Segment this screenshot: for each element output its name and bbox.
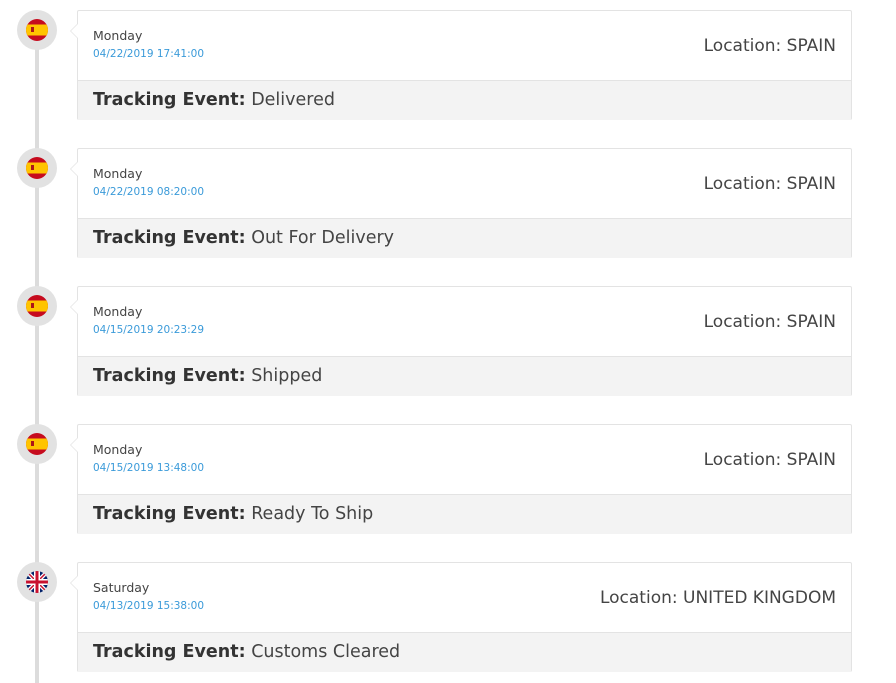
location-value: SPAIN (786, 312, 836, 332)
flag-badge (17, 562, 57, 602)
event-card-header: Monday 04/15/2019 20:23:29 Location: SPA… (78, 287, 851, 357)
event-location: Location: SPAIN (704, 450, 836, 470)
event-timestamp: 04/22/2019 17:41:00 (93, 48, 205, 60)
event-day: Saturday (93, 580, 150, 595)
location-prefix: Location: (599, 588, 684, 608)
flag-badge (17, 10, 57, 50)
location-prefix: Location: (703, 312, 787, 332)
timeline-event: Monday 04/15/2019 20:23:29 Location: SPA… (0, 276, 896, 396)
event-location: Location: SPAIN (704, 174, 836, 194)
event-card-body: Tracking Event: Delivered (78, 81, 851, 120)
event-day: Monday (93, 28, 143, 43)
event-card-header: Monday 04/22/2019 08:20:00 Location: SPA… (78, 149, 851, 219)
flag-badge (17, 424, 57, 464)
event-card-header: Monday 04/22/2019 17:41:00 Location: SPA… (78, 11, 851, 81)
location-prefix: Location: (703, 174, 787, 194)
event-location: Location: SPAIN (704, 36, 836, 56)
event-timestamp: 04/15/2019 13:48:00 (93, 462, 205, 474)
event-timestamp: 04/15/2019 20:23:29 (93, 324, 205, 336)
event-card: Monday 04/15/2019 13:48:00 Location: SPA… (70, 424, 852, 534)
location-prefix: Location: (703, 36, 787, 56)
event-card: Monday 04/22/2019 08:20:00 Location: SPA… (70, 148, 852, 258)
flag-badge (17, 286, 57, 326)
flag-badge (17, 148, 57, 188)
timeline-event: Saturday 04/13/2019 15:38:00 Location: U… (0, 552, 896, 672)
location-prefix: Location: (703, 450, 787, 470)
tracking-event-status: Ready To Ship (251, 504, 374, 524)
spain-flag-icon (26, 157, 48, 179)
tracking-event-status: Delivered (251, 90, 335, 110)
spain-flag-icon (26, 433, 48, 455)
event-timestamp: 04/13/2019 15:38:00 (93, 600, 205, 612)
tracking-event-label: Tracking Event: (93, 504, 246, 524)
event-card: Monday 04/22/2019 17:41:00 Location: SPA… (70, 10, 852, 120)
event-timestamp: 04/22/2019 08:20:00 (93, 186, 205, 198)
event-card-body: Tracking Event: Shipped (78, 357, 851, 396)
event-day: Monday (93, 304, 143, 319)
location-value: SPAIN (786, 174, 836, 194)
location-value: UNITED KINGDOM (683, 588, 836, 608)
event-day: Monday (93, 442, 143, 457)
uk-flag-icon (26, 571, 48, 593)
event-card: Saturday 04/13/2019 15:38:00 Location: U… (70, 562, 852, 672)
event-card: Monday 04/15/2019 20:23:29 Location: SPA… (70, 286, 852, 396)
tracking-event-label: Tracking Event: (93, 228, 246, 248)
event-day: Monday (93, 166, 143, 181)
event-card-body: Tracking Event: Ready To Ship (78, 495, 851, 534)
tracking-event-status: Out For Delivery (251, 228, 395, 248)
timeline-event: Monday 04/22/2019 08:20:00 Location: SPA… (0, 138, 896, 258)
event-card-body: Tracking Event: Out For Delivery (78, 219, 851, 258)
spain-flag-icon (26, 295, 48, 317)
event-card-body: Tracking Event: Customs Cleared (78, 633, 851, 672)
event-card-header: Monday 04/15/2019 13:48:00 Location: SPA… (78, 425, 851, 495)
tracking-event-label: Tracking Event: (93, 90, 246, 110)
tracking-event-label: Tracking Event: (93, 642, 246, 662)
timeline-event: Monday 04/22/2019 17:41:00 Location: SPA… (0, 0, 896, 120)
tracking-event-status: Shipped (251, 366, 323, 386)
location-value: SPAIN (786, 36, 836, 56)
event-location: Location: UNITED KINGDOM (600, 588, 836, 608)
tracking-event-status: Customs Cleared (251, 642, 401, 662)
event-card-header: Saturday 04/13/2019 15:38:00 Location: U… (78, 563, 851, 633)
timeline-event: Monday 04/15/2019 13:48:00 Location: SPA… (0, 414, 896, 534)
tracking-timeline: Monday 04/22/2019 17:41:00 Location: SPA… (0, 0, 896, 683)
event-location: Location: SPAIN (704, 312, 836, 332)
tracking-event-label: Tracking Event: (93, 366, 246, 386)
location-value: SPAIN (786, 450, 836, 470)
spain-flag-icon (26, 19, 48, 41)
